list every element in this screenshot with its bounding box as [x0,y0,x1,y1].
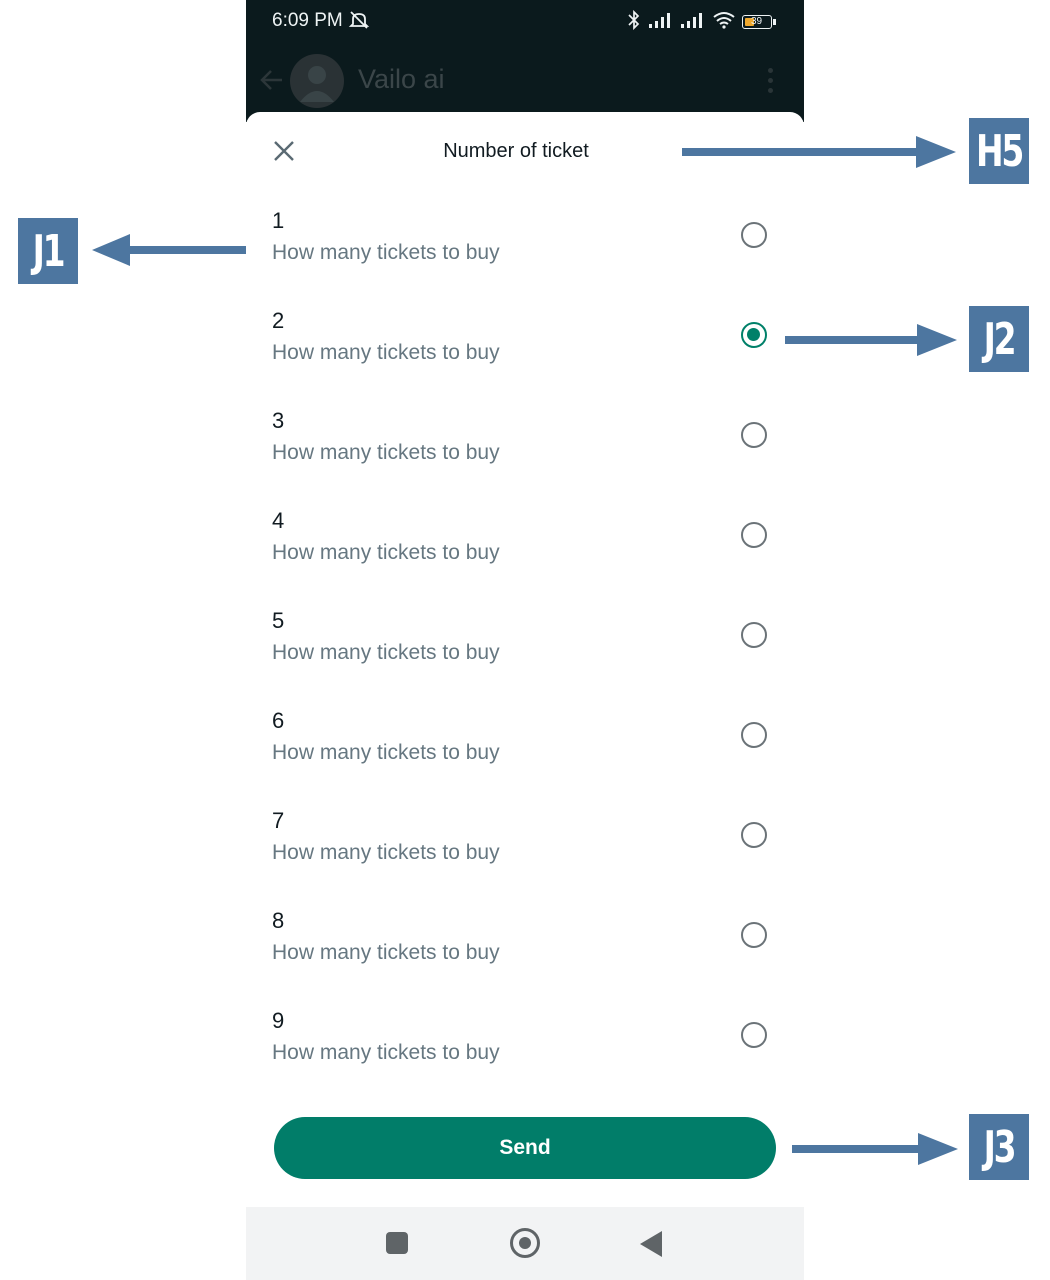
radio-button[interactable] [741,622,767,648]
option-label: 6 [272,708,285,733]
annotation-label-j1: J1 [18,218,78,284]
chat-header: Vailo ai [246,42,804,122]
option-label: 7 [272,808,285,833]
annotation-label-j2: J2 [969,306,1029,372]
battery-level: 39 [751,15,763,27]
bluetooth-icon [626,9,642,35]
option-description: How many tickets to buy [272,541,500,564]
list-item[interactable]: 7 How many tickets to buy [246,808,804,908]
option-description: How many tickets to buy [272,841,500,864]
contact-name[interactable]: Vailo ai [358,64,445,95]
option-label: 3 [272,408,285,433]
list-item[interactable]: 8 How many tickets to buy [246,908,804,1008]
radio-button[interactable] [741,1022,767,1048]
option-label: 8 [272,908,285,933]
more-options-icon[interactable] [768,68,774,98]
radio-button[interactable] [741,522,767,548]
option-label: 9 [272,1008,285,1033]
option-description: How many tickets to buy [272,441,500,464]
status-time: 6:09 PM [272,10,343,31]
back-icon[interactable] [640,1231,662,1257]
option-label: 1 [272,208,285,233]
option-label: 2 [272,308,285,333]
option-description: How many tickets to buy [272,341,500,364]
radio-button[interactable] [741,822,767,848]
annotation-arrow-j2 [785,324,957,356]
radio-button[interactable] [741,322,767,348]
status-bar: 6:09 PM 39 [246,0,804,42]
signal-icon [648,11,674,34]
bottom-sheet: Number of ticket 1 How many tickets to b… [246,112,804,1207]
back-arrow-icon[interactable] [258,66,286,99]
home-icon[interactable] [510,1228,540,1258]
radio-button[interactable] [741,722,767,748]
option-description: How many tickets to buy [272,241,500,264]
option-description: How many tickets to buy [272,1041,500,1064]
wifi-icon [712,11,736,34]
recent-apps-icon[interactable] [386,1232,408,1254]
system-navigation-bar [246,1207,804,1280]
option-description: How many tickets to buy [272,941,500,964]
list-item[interactable]: 3 How many tickets to buy [246,408,804,508]
contact-avatar[interactable] [290,54,344,108]
option-description: How many tickets to buy [272,641,500,664]
annotation-arrow-j3 [792,1133,958,1165]
option-description: How many tickets to buy [272,741,500,764]
send-button[interactable]: Send [274,1117,776,1179]
list-item[interactable]: 2 How many tickets to buy [246,308,804,408]
annotation-arrow-h5 [682,136,956,168]
annotation-arrow-j1 [92,234,246,266]
annotation-label-j3: J3 [969,1114,1029,1180]
ticket-options-list: 1 How many tickets to buy 2 How many tic… [246,208,804,1108]
muted-notifications-icon [348,9,370,36]
radio-button[interactable] [741,422,767,448]
option-label: 4 [272,508,285,533]
radio-button[interactable] [741,922,767,948]
signal-icon [680,11,706,34]
option-label: 5 [272,608,285,633]
list-item[interactable]: 4 How many tickets to buy [246,508,804,608]
list-item[interactable]: 6 How many tickets to buy [246,708,804,808]
radio-button[interactable] [741,222,767,248]
annotation-label-h5: H5 [969,118,1029,184]
list-item[interactable]: 9 How many tickets to buy [246,1008,804,1108]
list-item[interactable]: 1 How many tickets to buy [246,208,804,308]
list-item[interactable]: 5 How many tickets to buy [246,608,804,708]
battery-icon: 39 [742,14,776,31]
phone-screen: 6:09 PM 39 Vailo ai Number of ticket 1 H… [246,0,804,1280]
